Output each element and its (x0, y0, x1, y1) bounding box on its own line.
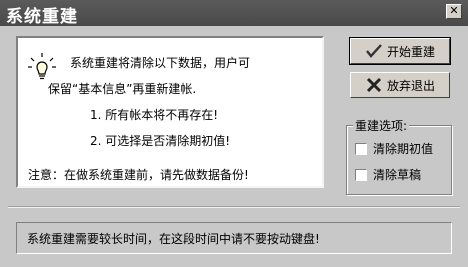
title-bar[interactable]: 系统重建 ✕ (0, 0, 468, 27)
backup-note: 注意：在做系统重建前，请先做数据备份! (28, 168, 249, 182)
clear-initial-label: 清除期初值 (373, 142, 434, 156)
rebuild-options-group: 重建选项: 清除期初值 清除草稿 (346, 117, 452, 195)
start-rebuild-button[interactable]: 开始重建 (349, 37, 451, 65)
cancel-exit-label: 放弃退出 (386, 78, 435, 93)
clear-initial-option[interactable]: 清除期初值 (355, 140, 433, 157)
close-icon: ✕ (449, 4, 459, 17)
info-panel: 系统重建将清除以下数据，用户可 保留“基本信息”再重新建帐. 1. 所有帐本将不… (16, 36, 324, 188)
x-mark-icon (366, 77, 382, 93)
clear-draft-label: 清除草稿 (373, 168, 422, 182)
lightbulb-icon (28, 53, 56, 80)
rebuild-dialog: 系统重建 ✕ 系统重建将清除以下数据，用户可 保留“基本信息”再重新建帐. 1.… (0, 0, 468, 267)
rebuild-options-label: 重建选项: (353, 117, 410, 134)
info-item-1: 1. 所有帐本将不再存在! (90, 108, 219, 122)
clear-initial-checkbox[interactable] (355, 142, 367, 155)
close-button[interactable]: ✕ (446, 4, 462, 19)
info-item-2: 2. 可选择是否清除期初值! (90, 134, 231, 148)
status-message: 系统重建需要较长时间，在这段时间中请不要按动键盘! (16, 222, 452, 254)
clear-draft-option[interactable]: 清除草稿 (355, 166, 421, 183)
status-text: 系统重建需要较长时间，在这段时间中请不要按动键盘! (27, 231, 320, 246)
divider (8, 206, 460, 208)
checkmark-icon (366, 44, 382, 58)
window-title: 系统重建 (6, 7, 78, 27)
info-line-1: 系统重建将清除以下数据，用户可 (70, 56, 251, 70)
info-line-2: 保留“基本信息”再重新建帐. (48, 82, 197, 96)
clear-draft-checkbox[interactable] (355, 168, 367, 181)
start-rebuild-label: 开始重建 (386, 44, 435, 59)
cancel-exit-button[interactable]: 放弃退出 (350, 72, 450, 98)
